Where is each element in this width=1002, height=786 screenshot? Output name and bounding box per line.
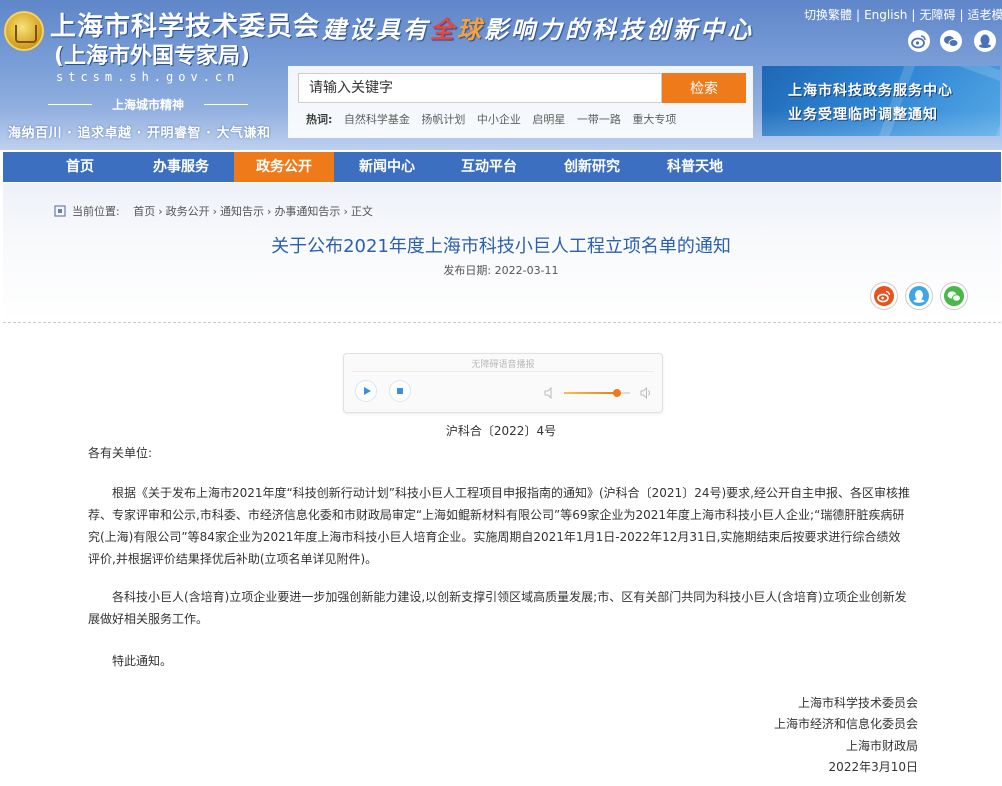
- volume-fill: [564, 392, 617, 394]
- breadcrumb: 当前位置: 首页 › 政务公开 › 通知告示 › 办事通知告示 › 正文: [54, 203, 373, 219]
- breadcrumb-item[interactable]: 通知告示: [220, 205, 264, 218]
- slogan-post: 影响力的科技创新中心: [484, 15, 754, 44]
- hot-word[interactable]: 一带一路: [577, 113, 621, 126]
- nav-item-innovation[interactable]: 创新研究: [542, 152, 642, 182]
- slogan-highlight-1: 全: [430, 15, 457, 44]
- document-number: 沪科合〔2022〕4号: [445, 424, 557, 438]
- hot-words: 热词: 自然科学基金 扬帆计划 中小企业 启明星 一带一路 重大专项: [306, 111, 684, 127]
- signature-line: 上海市科学技术委员会: [797, 696, 918, 710]
- slogan-pre: 建设具有: [322, 15, 430, 44]
- play-button[interactable]: [355, 380, 377, 402]
- banner-line-2: 业务受理临时调整通知: [788, 107, 938, 123]
- hot-word[interactable]: 启明星: [532, 113, 565, 126]
- nav-item-interaction[interactable]: 互动平台: [439, 152, 539, 182]
- location-icon: [54, 205, 66, 217]
- search-input[interactable]: [298, 73, 662, 103]
- publish-date: 发布日期: 2022-03-11: [443, 264, 559, 277]
- nav-item-government-affairs[interactable]: 政务公开: [234, 152, 334, 182]
- hot-word[interactable]: 自然科学基金: [344, 113, 410, 126]
- signature-date: 2022年3月10日: [828, 760, 918, 774]
- share-wechat-button[interactable]: [940, 282, 968, 310]
- logo-subtitle: (上海市外国专家局): [54, 44, 251, 69]
- qq-icon[interactable]: [974, 30, 996, 52]
- link-english[interactable]: English: [864, 8, 907, 22]
- city-spirit-text: 海纳百川 · 追求卓越 · 开明睿智 · 大气谦和: [8, 126, 271, 141]
- divider: [3, 322, 1001, 323]
- breadcrumb-separator: ›: [212, 205, 218, 218]
- salutation: 各有关单位:: [88, 446, 153, 460]
- signature-line: 上海市经济和信息化委员会: [773, 717, 918, 731]
- breadcrumb-separator: ›: [158, 205, 163, 218]
- volume-low-icon: [544, 384, 556, 400]
- site-header: 上海市科学技术委员会 (上海市外国专家局) stcsm.sh.gov.cn 上海…: [0, 0, 1002, 150]
- qq-icon: [909, 286, 929, 306]
- search-panel: 检索 热词: 自然科学基金 扬帆计划 中小企业 启明星 一带一路 重大专项: [288, 66, 753, 138]
- hot-word[interactable]: 重大专项: [632, 113, 676, 126]
- article-title: 关于公布2021年度上海市科技小巨人工程立项名单的通知: [271, 236, 731, 257]
- hot-word[interactable]: 中小企业: [477, 113, 521, 126]
- weibo-icon[interactable]: [908, 30, 930, 52]
- nav-item-services[interactable]: 办事服务: [131, 152, 231, 182]
- divider: |: [911, 8, 916, 22]
- divider: |: [856, 8, 861, 22]
- city-spirit-label: 上海城市精神: [48, 96, 248, 113]
- hot-word[interactable]: 扬帆计划: [421, 113, 465, 126]
- search-button[interactable]: 检索: [662, 73, 746, 103]
- player-label: 无障碍语音播报: [471, 360, 535, 370]
- banner-line-1: 上海市科技政务服务中心: [788, 83, 953, 99]
- volume-slider[interactable]: [564, 389, 630, 397]
- breadcrumb-item[interactable]: 政务公开: [166, 205, 210, 218]
- link-elderly-mode[interactable]: 适老模式: [968, 8, 1002, 22]
- header-slogan: 建设具有全球影响力的科技创新中心: [322, 10, 754, 45]
- nav-item-home[interactable]: 首页: [30, 152, 130, 182]
- weibo-icon: [874, 286, 894, 306]
- signature-line: 上海市财政局: [845, 739, 918, 753]
- slogan-highlight-2: 球: [457, 15, 484, 44]
- link-accessibility[interactable]: 无障碍: [919, 8, 955, 22]
- logo-emblem-icon[interactable]: [4, 11, 44, 51]
- divider: [352, 371, 654, 372]
- main-nav: 首页 办事服务 政务公开 新闻中心 互动平台 创新研究 科普天地: [3, 152, 1001, 182]
- breadcrumb-current: 正文: [350, 205, 373, 218]
- divider: |: [959, 8, 964, 22]
- share-qq-button[interactable]: [905, 282, 933, 310]
- share-weibo-button[interactable]: [870, 282, 898, 310]
- wechat-icon[interactable]: [940, 30, 962, 52]
- article-paragraph: 根据《关于发布上海市2021年度“科技创新行动计划”科技小巨人工程项目申报指南的…: [88, 486, 910, 566]
- breadcrumb-separator: ›: [267, 205, 272, 218]
- breadcrumb-label: 当前位置:: [72, 205, 120, 218]
- breadcrumb-item[interactable]: 办事通知告示: [274, 205, 340, 218]
- link-traditional-chinese[interactable]: 切换繁體: [804, 8, 852, 22]
- breadcrumb-separator: ›: [343, 205, 348, 218]
- nav-item-news[interactable]: 新闻中心: [337, 152, 437, 182]
- volume-high-icon: [640, 384, 652, 400]
- hot-words-label: 热词:: [306, 113, 333, 126]
- site-domain: stcsm.sh.gov.cn: [56, 70, 240, 84]
- nav-item-science-popularization[interactable]: 科普天地: [645, 152, 745, 182]
- audio-player: 无障碍语音播报: [343, 353, 663, 413]
- wechat-icon: [944, 286, 964, 306]
- article-paragraph: 各科技小巨人(含培育)立项企业要进一步加强创新能力建设,以创新支撑引领区域高质量…: [88, 590, 907, 626]
- stop-button[interactable]: [389, 380, 411, 402]
- article-paragraph: 特此通知。: [112, 654, 173, 668]
- top-links: 切换繁體|English|无障碍|适老模式: [804, 6, 1002, 23]
- volume-knob[interactable]: [613, 389, 621, 397]
- breadcrumb-item[interactable]: 首页: [133, 205, 155, 218]
- notice-banner[interactable]: 上海市科技政务服务中心 业务受理临时调整通知: [762, 66, 1000, 136]
